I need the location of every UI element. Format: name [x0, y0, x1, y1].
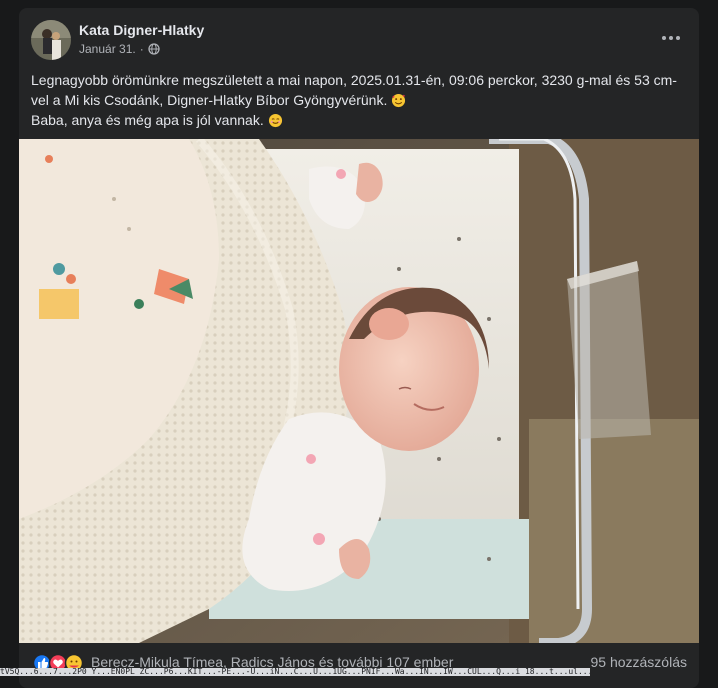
post-text-body: Legnagyobb örömünkre megszületett a mai …: [31, 72, 677, 108]
smiling-face-with-hearts-icon: [392, 93, 406, 108]
post-card: Kata Digner-Hlatky Január 31. · Legnagyo…: [19, 8, 699, 688]
post-text-line-1: Legnagyobb örömünkre megszületett a mai …: [31, 70, 687, 110]
avatar[interactable]: [31, 20, 71, 60]
smiling-face-icon: [268, 113, 282, 128]
post-text: Legnagyobb örömünkre megszületett a mai …: [31, 70, 687, 130]
post-header: Kata Digner-Hlatky Január 31. ·: [19, 8, 699, 68]
status-url-bar: tV5Q...6...7...2P0 Y...EN0PL ZC...P6...K…: [0, 668, 590, 676]
post-text-line-2: Baba, anya és még apa is jól vannak.: [31, 110, 687, 130]
comments-count[interactable]: 95 hozzászólás: [590, 654, 687, 670]
more-dot: [676, 36, 680, 40]
more-dot: [662, 36, 666, 40]
post-meta: Január 31. ·: [79, 42, 160, 56]
post-date[interactable]: Január 31.: [79, 42, 136, 56]
more-dot: [669, 36, 673, 40]
status-url: tV5Q...6...7...2P0 Y...EN0PL ZC...P6...K…: [0, 668, 590, 676]
post-photo[interactable]: [19, 139, 699, 643]
reactions-bar: Berecz-Mikula Tímea, Radics János és tov…: [19, 643, 699, 683]
meta-separator: ·: [139, 42, 144, 56]
post-text-status: Baba, anya és még apa is jól vannak.: [31, 112, 264, 128]
more-options-button[interactable]: [653, 26, 689, 50]
author-name[interactable]: Kata Digner-Hlatky: [79, 22, 204, 38]
globe-icon: [148, 43, 160, 55]
